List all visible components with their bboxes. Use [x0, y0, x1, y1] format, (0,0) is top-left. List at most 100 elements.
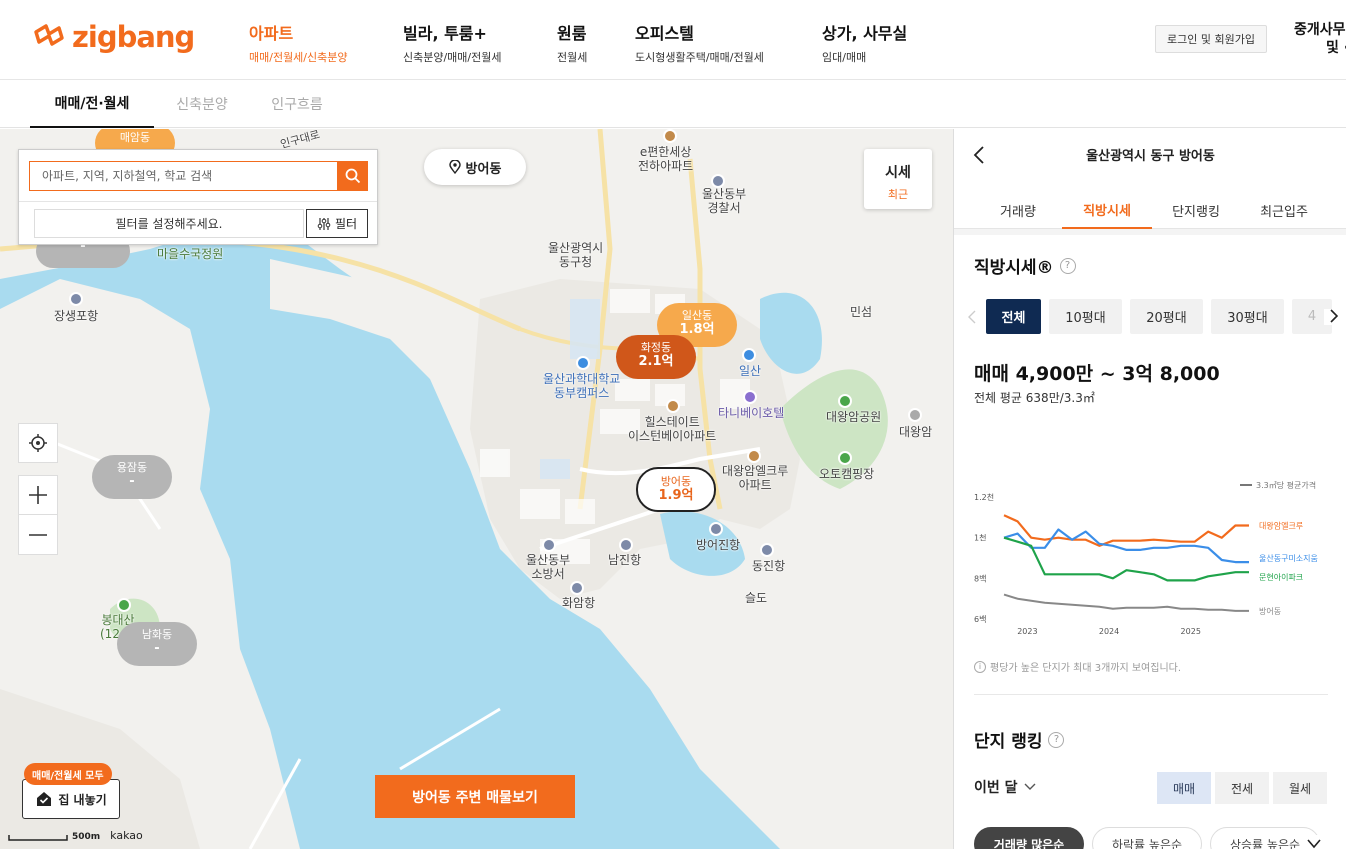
- month-select[interactable]: 이번 달: [974, 777, 1036, 797]
- search-panel: 필터를 설정해주세요. 필터: [18, 149, 378, 245]
- size-scroll-right[interactable]: [1324, 309, 1344, 325]
- chevron-down-icon: [1307, 839, 1321, 849]
- tab-zigbang-price[interactable]: 직방시세: [1062, 191, 1152, 229]
- apartment-icon: [666, 399, 680, 413]
- apartment-icon: [747, 449, 761, 463]
- zigbang-logo[interactable]: zigbang: [32, 20, 195, 54]
- list-my-home-label: 집 내놓기: [58, 792, 107, 807]
- my-location-button[interactable]: [18, 423, 58, 463]
- tab-population[interactable]: 인구흐름: [258, 80, 336, 128]
- nav-officetel[interactable]: 오피스텔 도시형생활주택/매매/전월세: [635, 20, 764, 65]
- deal-chip-jeonse[interactable]: 전세: [1215, 772, 1269, 804]
- cluster-hwajeong[interactable]: 화정동 2.1억: [616, 335, 696, 379]
- tab-new-sale[interactable]: 신축분양: [163, 80, 241, 128]
- filter-hint-button[interactable]: 필터를 설정해주세요.: [34, 209, 304, 238]
- nav-oneroom-title: 원룸: [557, 24, 587, 43]
- market-price-sub: 최근: [887, 188, 909, 201]
- label-epyeonhan: e편한세상 전하아파트: [638, 145, 694, 173]
- location-label: 방어동: [465, 161, 502, 177]
- camping-icon: [838, 451, 852, 465]
- scale-label: 500m: [72, 832, 101, 842]
- fire-station-icon: [542, 538, 556, 552]
- series-label: 문현아이파크: [1259, 572, 1303, 582]
- series-line: [1003, 536, 1249, 582]
- deal-chip-monthly[interactable]: 월세: [1273, 772, 1327, 804]
- sort-highest-rise[interactable]: 상승률 높은순: [1210, 827, 1320, 849]
- series-label: 대왕암엘크루: [1259, 520, 1303, 530]
- cluster-bangeo-value: 1.9억: [658, 488, 694, 503]
- ranking-section-title: 단지 랭킹 ?: [974, 727, 1065, 752]
- house-check-icon: [37, 792, 52, 806]
- tab-ranking[interactable]: 단지랭킹: [1152, 191, 1240, 229]
- size-chip-all[interactable]: 전체: [986, 299, 1041, 334]
- panel-header: 울산광역시 동구 방어동: [954, 129, 1346, 179]
- subway-icon: [742, 348, 756, 362]
- map-view[interactable]: 울산광역시 동구청 e편한세상 전하아파트 울산동부 경찰서 마을수국정원 장생포항 …: [0, 129, 953, 849]
- cluster-bangeo[interactable]: 방어동 1.9억: [636, 467, 716, 512]
- nav-villa-title: 빌라, 투룸+: [403, 24, 487, 43]
- nav-oneroom[interactable]: 원룸 전월세: [557, 20, 587, 65]
- tab-volume[interactable]: 거래량: [974, 191, 1062, 229]
- label-jangsaengpo: 장생포항: [54, 309, 99, 323]
- list-my-home-button[interactable]: 집 내놓기: [22, 779, 120, 819]
- cluster-ilsan-name: 일산동: [681, 309, 713, 322]
- sell-type-badge: 매매/전월세 모두: [24, 763, 112, 785]
- ranking-section-title-text: 단지 랭킹: [974, 732, 1043, 752]
- x-tick-label: 2024: [1099, 627, 1119, 636]
- series-line: [1003, 593, 1249, 612]
- school-icon: [576, 356, 590, 370]
- search-button[interactable]: [337, 161, 368, 191]
- nav-commercial-title: 상가, 사무실: [822, 24, 908, 43]
- minus-icon: [29, 533, 47, 536]
- nav-villa[interactable]: 빌라, 투룸+ 신축분양/매매/전월세: [403, 20, 502, 65]
- sort-most-volume[interactable]: 거래량 많은순: [974, 827, 1084, 849]
- help-icon[interactable]: ?: [1048, 731, 1065, 748]
- nav-oneroom-sub: 전월세: [557, 51, 588, 64]
- nav-apartment[interactable]: 아파트 매매/전월세/신축분양: [249, 20, 348, 65]
- sort-highest-drop[interactable]: 하락률 높은순: [1092, 827, 1202, 849]
- price-range: 매매 4,900만 ~ 3억 8,000: [974, 363, 1220, 385]
- nearby-listings-button[interactable]: 방어동 주변 매물보기: [375, 775, 575, 818]
- sort-expand-button[interactable]: [1306, 835, 1336, 849]
- size-chip-20[interactable]: 20평대: [1130, 299, 1203, 334]
- tab-sale-rent[interactable]: 매매/전·월세: [30, 80, 154, 128]
- login-signup-button[interactable]: 로그인 및 회원가입: [1155, 25, 1267, 53]
- search-input[interactable]: [29, 161, 337, 191]
- cluster-yongjam[interactable]: 용잠동 -: [92, 455, 172, 499]
- size-chip-10[interactable]: 10평대: [1049, 299, 1122, 334]
- label-namjin: 남진항: [608, 553, 642, 567]
- chart-note-text: 평당가 높은 단지가 최대 3개까지 보여집니다.: [990, 663, 1182, 674]
- label-elcrew: 대왕암엘크루 아파트: [722, 464, 789, 492]
- deal-chip-sale[interactable]: 매매: [1157, 772, 1211, 804]
- cluster-namhwa[interactable]: 남화동 -: [117, 622, 197, 666]
- logo-text: zigbang: [72, 20, 195, 54]
- cluster-yongjam-name: 용잠동: [116, 461, 148, 474]
- size-chip-30[interactable]: 30평대: [1211, 299, 1284, 334]
- label-hillstate: 힐스테이트 이스턴베이아파트: [628, 415, 717, 443]
- zoom-out-button[interactable]: [18, 515, 58, 555]
- cluster-hwajeong-name: 화정동: [640, 341, 672, 354]
- nav-apartment-sub: 매매/전월세/신축분양: [249, 51, 348, 64]
- nav-commercial[interactable]: 상가, 사무실 임대/매매: [822, 20, 907, 65]
- cluster-maeam-name: 매암동: [119, 131, 151, 144]
- zoom-in-button[interactable]: [18, 475, 58, 515]
- plus-icon: [29, 486, 47, 504]
- chevron-down-icon: [1024, 783, 1036, 790]
- market-price-toggle[interactable]: 시세 최근: [864, 149, 932, 209]
- hotel-icon: [743, 390, 757, 404]
- tab-recent-move-in[interactable]: 최근입주: [1240, 191, 1328, 229]
- port-icon: [760, 543, 774, 557]
- nav-commercial-sub: 임대/매매: [822, 51, 867, 64]
- sliders-icon: [317, 217, 331, 230]
- divider: [19, 201, 377, 202]
- label-tanibei: 타니베이호텔: [718, 406, 785, 420]
- help-icon[interactable]: ?: [1059, 257, 1076, 274]
- filter-button[interactable]: 필터: [306, 209, 368, 238]
- broker-link[interactable]: 중개사무 및 ·: [1294, 21, 1346, 57]
- series-label: 방어동: [1259, 606, 1281, 616]
- back-button[interactable]: [972, 145, 986, 169]
- legend-title: 3.3㎡당 평균가격: [1256, 480, 1316, 490]
- chevron-right-icon: [1330, 309, 1338, 323]
- size-scroll-left[interactable]: [968, 309, 976, 328]
- current-location-pill[interactable]: 방어동: [424, 149, 526, 185]
